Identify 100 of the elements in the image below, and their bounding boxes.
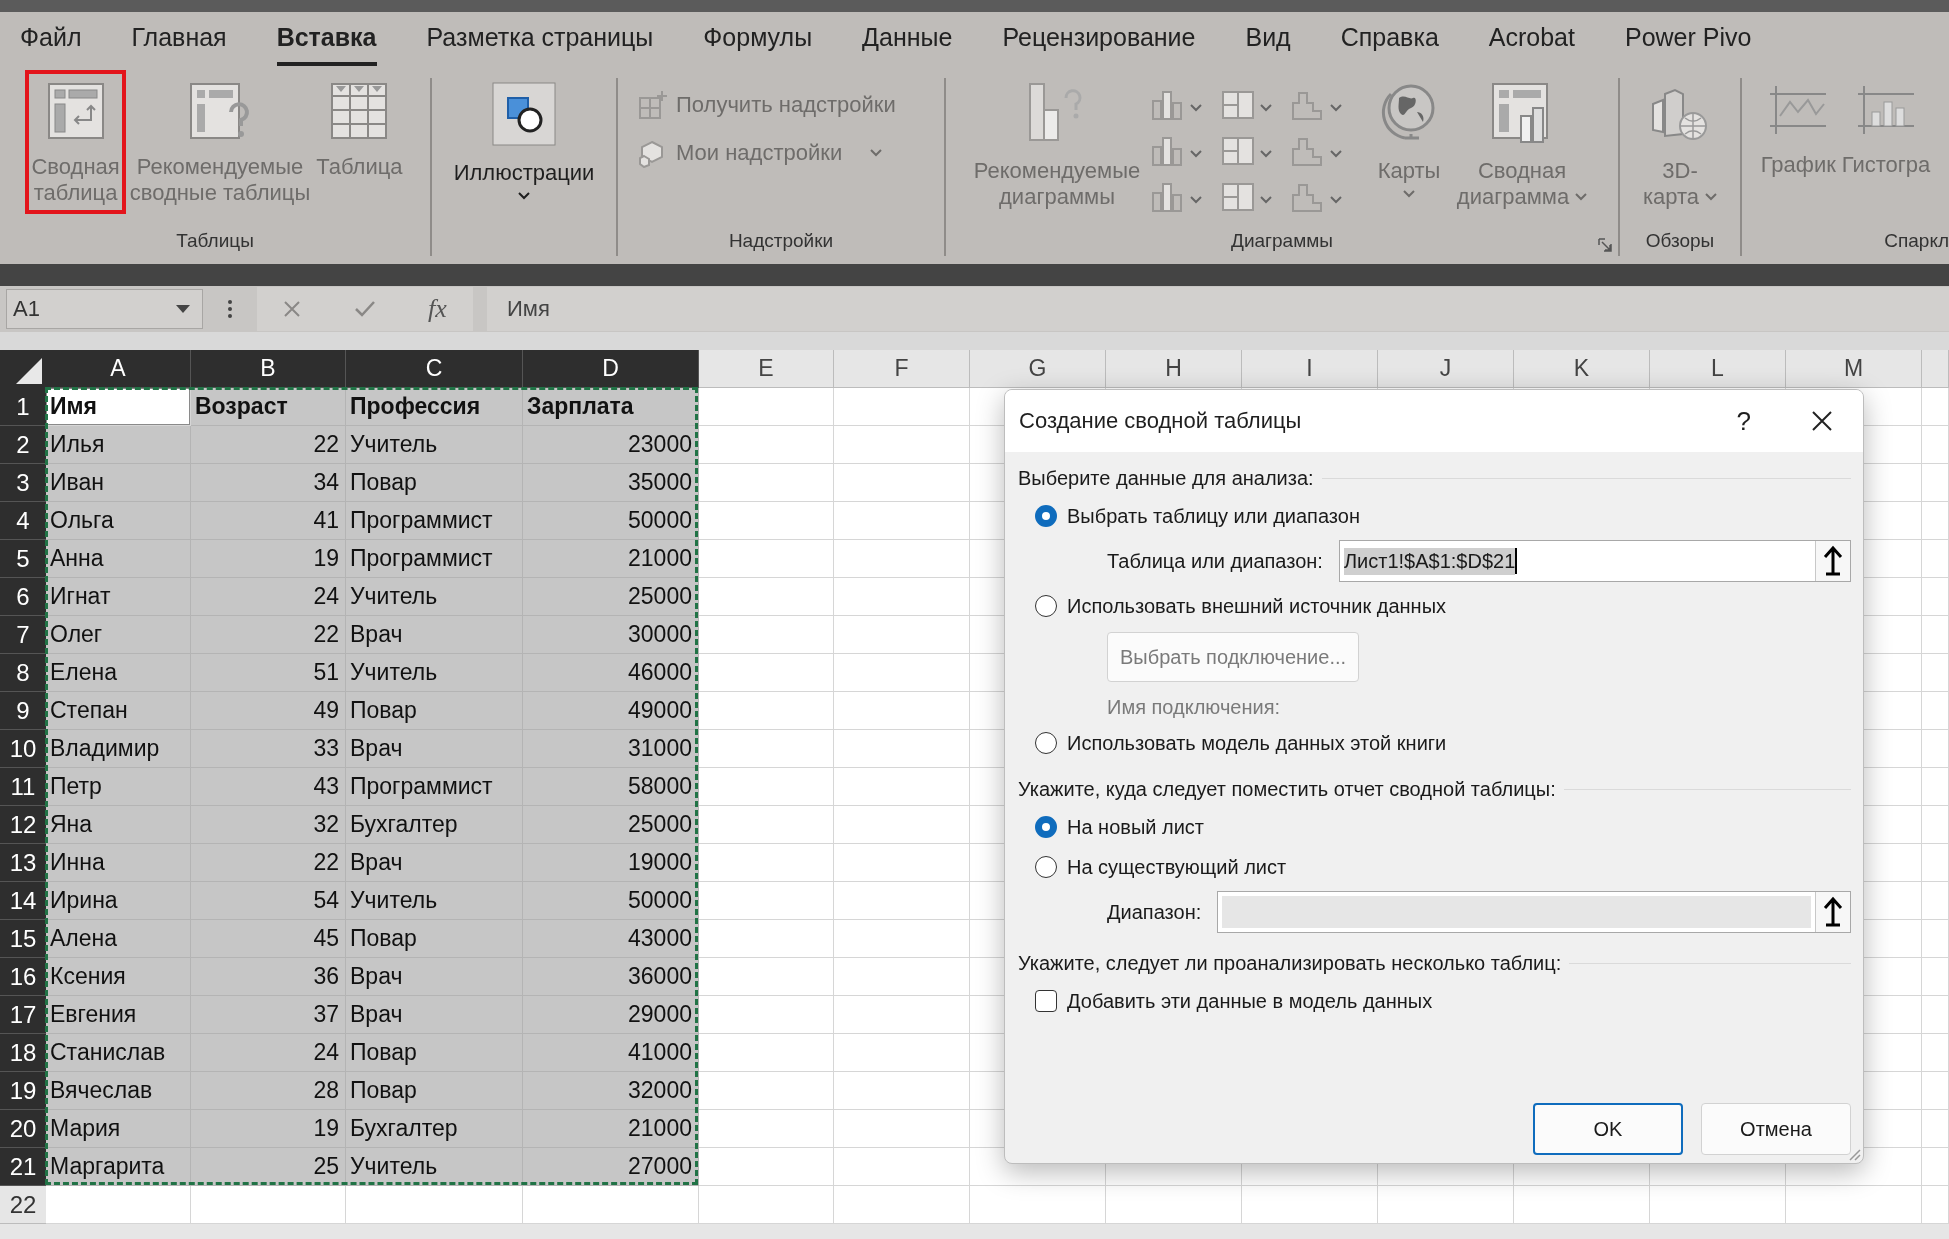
table-cell [1922, 844, 1949, 882]
cancel-icon[interactable] [283, 300, 302, 318]
table-cell: Повар [346, 1072, 523, 1110]
row-header[interactable]: 3 [0, 464, 46, 502]
row-header[interactable]: 5 [0, 540, 46, 578]
column-header[interactable]: I [1242, 350, 1378, 388]
range-field[interactable]: Лист1!$A$1:$D$21 [1338, 540, 1851, 582]
row-header[interactable]: 20 [0, 1110, 46, 1148]
ribbon-tab[interactable]: Вид [1245, 14, 1291, 66]
radio-button[interactable] [1035, 856, 1057, 878]
table-cell: Елена [46, 654, 191, 692]
column-header[interactable]: C [346, 350, 523, 388]
column-header[interactable] [1922, 350, 1949, 388]
caret-icon [1575, 193, 1588, 201]
more-options-icon[interactable] [227, 299, 233, 319]
ok-button[interactable]: OK [1533, 1103, 1683, 1155]
row-header[interactable]: 11 [0, 768, 46, 806]
checkbox[interactable] [1035, 990, 1057, 1012]
ribbon-tab[interactable]: Справка [1340, 14, 1439, 66]
table-cell: 19 [191, 540, 346, 578]
table-cell [1922, 654, 1949, 692]
table-cell: 25000 [523, 806, 699, 844]
table-cell: Бухгалтер [346, 1110, 523, 1148]
row-header[interactable]: 13 [0, 844, 46, 882]
row-header[interactable]: 9 [0, 692, 46, 730]
table-cell: Повар [346, 692, 523, 730]
table-icon [330, 82, 389, 140]
column-header[interactable]: H [1106, 350, 1242, 388]
caret-icon [1403, 190, 1415, 198]
table-cell [1922, 578, 1949, 616]
radio-option[interactable]: Выбрать таблицу или диапазон [1018, 496, 1851, 536]
row-header[interactable]: 7 [0, 616, 46, 654]
ribbon-tab[interactable]: Power Pivo [1624, 14, 1752, 66]
ribbon-tab[interactable]: Формулы [703, 14, 813, 66]
radio-button[interactable] [1035, 505, 1057, 527]
row-header[interactable]: 21 [0, 1148, 46, 1186]
column-header[interactable]: E [699, 350, 834, 388]
table-cell: 23000 [523, 426, 699, 464]
table-cell: 22 [191, 426, 346, 464]
column-header[interactable]: F [834, 350, 970, 388]
ribbon-button[interactable]: Иллюстрации [451, 78, 597, 204]
cancel-button[interactable]: Отмена [1701, 1103, 1851, 1155]
column-header[interactable]: K [1514, 350, 1650, 388]
radio-option[interactable]: На существующий лист [1018, 847, 1851, 887]
radio-button[interactable] [1035, 595, 1057, 617]
table-cell: Петр [46, 768, 191, 806]
column-header[interactable]: D [523, 350, 699, 388]
ribbon-tab[interactable]: Разметка страницы [426, 14, 654, 66]
row-header[interactable]: 18 [0, 1034, 46, 1072]
check-icon[interactable] [353, 300, 376, 318]
table-cell [1922, 958, 1949, 996]
dialog-launcher-icon[interactable] [1598, 238, 1612, 252]
table-cell: 50000 [523, 882, 699, 920]
row-header[interactable]: 15 [0, 920, 46, 958]
table-cell: Станислав [46, 1034, 191, 1072]
row-header[interactable]: 8 [0, 654, 46, 692]
help-button[interactable]: ? [1736, 405, 1751, 437]
formula-input[interactable]: Имя [487, 287, 1949, 331]
table-cell: Повар [346, 920, 523, 958]
radio-button[interactable] [1035, 816, 1057, 838]
row-header[interactable]: 2 [0, 426, 46, 464]
row-header[interactable]: 10 [0, 730, 46, 768]
caret-icon [1330, 150, 1342, 158]
radio-option[interactable]: Использовать внешний источник данных [1018, 586, 1851, 626]
insert-function-button[interactable]: fx [428, 294, 447, 324]
row-header[interactable]: 6 [0, 578, 46, 616]
radio-option[interactable]: На новый лист [1018, 807, 1851, 847]
row-header[interactable]: 1 [0, 388, 46, 426]
column-header[interactable]: M [1786, 350, 1922, 388]
name-box[interactable]: A1 [6, 289, 203, 329]
ribbon-tab[interactable]: Данные [862, 14, 953, 66]
table-cell: 43 [191, 768, 346, 806]
table-cell: 32 [191, 806, 346, 844]
radio-button[interactable] [1035, 732, 1057, 754]
column-header[interactable]: G [970, 350, 1106, 388]
row-header[interactable]: 12 [0, 806, 46, 844]
column-header[interactable]: L [1650, 350, 1786, 388]
radio-label: Использовать модель данных этой книги [1067, 731, 1447, 755]
table-cell: Илья [46, 426, 191, 464]
table-cell: Учитель [346, 426, 523, 464]
column-header[interactable]: J [1378, 350, 1514, 388]
ribbon-tab[interactable]: Файл [20, 14, 82, 66]
close-icon[interactable] [1811, 410, 1833, 432]
connection-name-label: Имя подключения: [1107, 696, 1282, 719]
row-header[interactable]: 19 [0, 1072, 46, 1110]
table-cell: 51 [191, 654, 346, 692]
row-header[interactable]: 22 [0, 1186, 46, 1224]
row-header[interactable]: 14 [0, 882, 46, 920]
ribbon-tab[interactable]: Рецензирование [1002, 14, 1196, 66]
table-cell: Врач [346, 958, 523, 996]
radio-option[interactable]: Использовать модель данных этой книги [1018, 723, 1851, 763]
column-header[interactable]: B [191, 350, 346, 388]
ribbon-tab[interactable]: Acrobat [1488, 14, 1575, 66]
row-header[interactable]: 4 [0, 502, 46, 540]
ribbon-tab[interactable]: Главная [131, 14, 227, 66]
row-header[interactable]: 17 [0, 996, 46, 1034]
column-header[interactable]: A [46, 350, 191, 388]
table-cell: 29000 [523, 996, 699, 1034]
table-cell: 22 [191, 616, 346, 654]
row-header[interactable]: 16 [0, 958, 46, 996]
